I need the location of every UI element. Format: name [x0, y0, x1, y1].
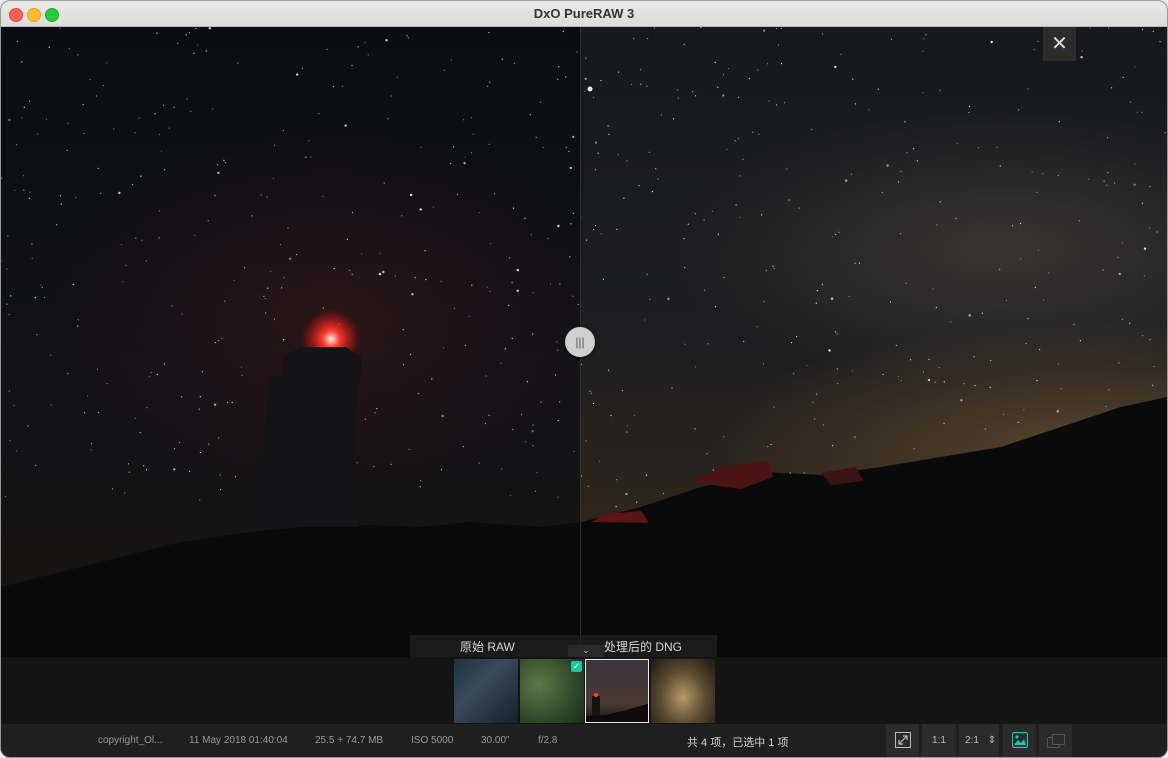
compare-view-button[interactable] [1003, 724, 1036, 757]
chevron-down-icon[interactable]: ⌄ [568, 645, 604, 657]
window-title: DxO PureRAW 3 [533, 6, 635, 21]
single-view-icon [1046, 734, 1065, 748]
lighthouse-silhouette [251, 347, 361, 527]
close-icon: ✕ [1051, 33, 1068, 55]
iso-value: ISO 5000 [411, 735, 454, 746]
close-viewer-button[interactable]: ✕ [1043, 27, 1076, 61]
checkbox-checked-icon[interactable]: ✓ [571, 661, 582, 672]
compare-slider-handle[interactable]: ||| [565, 327, 595, 357]
original-raw-label: 原始 RAW [460, 640, 515, 654]
zoom-stepper-icon[interactable]: ⇕ [985, 724, 999, 757]
fit-to-screen-icon [894, 732, 911, 748]
app-window: DxO PureRAW 3 ||| ✕ 原始 RAW ⌄ 处理后的 DNG ✓ … [0, 0, 1168, 758]
image-viewer[interactable]: ||| ✕ 原始 RAW ⌄ 处理后的 DNG [1, 27, 1167, 657]
file-size: 25.5 + 74.7 MB [315, 735, 384, 746]
selection-count: 共 4 项，已选中 1 项 [687, 737, 789, 749]
zoom-2-1-button[interactable]: 2:1 [959, 724, 985, 757]
thumbnail-3-selected[interactable] [585, 659, 649, 723]
aperture-value: f/2.8 [538, 735, 558, 746]
copyright-text: copyright_Ol... [98, 735, 163, 746]
exposure-value: 30.00" [481, 735, 510, 746]
single-view-button[interactable] [1039, 724, 1072, 757]
processed-dng-label: 处理后的 DNG [604, 640, 683, 654]
zoom-1-1-button[interactable]: 1:1 [922, 724, 956, 757]
rocks-silhouette [1, 397, 1167, 657]
status-bar: copyright_Ol... 11 May 2018 01:40:04 25.… [1, 724, 1167, 757]
capture-date: 11 May 2018 01:40:04 [189, 735, 288, 746]
compare-view-icon [1011, 731, 1028, 749]
title-bar: DxO PureRAW 3 [1, 1, 1167, 27]
fit-to-screen-button[interactable] [886, 724, 919, 757]
compare-labels-bar: 原始 RAW ⌄ 处理后的 DNG [410, 635, 717, 657]
thumbnail-4[interactable] [651, 659, 715, 723]
filmstrip: ✓ [1, 657, 1167, 724]
thumbnail-1[interactable] [454, 659, 518, 723]
